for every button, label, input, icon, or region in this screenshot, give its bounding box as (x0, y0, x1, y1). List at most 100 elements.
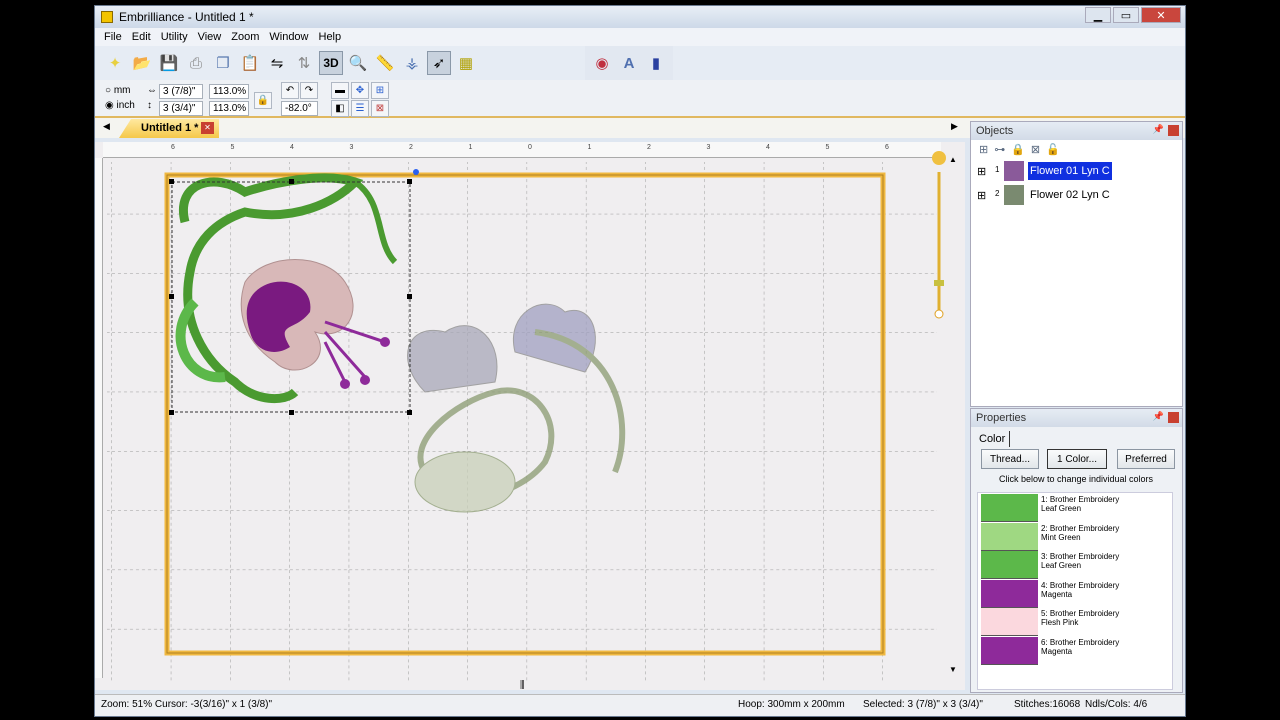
width-icon: ⇔ (147, 85, 157, 96)
color-swatch[interactable] (981, 579, 1038, 608)
unlock-icon[interactable]: 🔓 (1046, 144, 1066, 156)
tab-scroll-right-icon[interactable]: ▶ (951, 121, 958, 132)
menu-view[interactable]: View (193, 31, 227, 43)
expand-icon[interactable]: ⊞ (977, 165, 986, 178)
object-item-1[interactable]: ⊞ 1 Flower 01 Lyn C (971, 160, 1182, 184)
zoom-icon[interactable]: 🔍 (346, 51, 370, 75)
minimize-button[interactable]: ▁ (1085, 7, 1111, 23)
object-item-2[interactable]: ⊞ 2 Flower 02 Lyn C (971, 184, 1182, 208)
preferred-button[interactable]: Preferred (1117, 449, 1175, 469)
color-thread-name: Magenta (1041, 589, 1073, 599)
app-window: Embrilliance - Untitled 1 * ▁ ▭ ✕ File E… (94, 5, 1186, 717)
rotation-field[interactable]: -82.0° (281, 101, 318, 116)
mirror-horizontal-icon[interactable]: ⇋ (265, 51, 289, 75)
open-icon[interactable]: 📂 (130, 51, 154, 75)
color-label: 5: Brother Embroidery Flesh Pink (1041, 609, 1161, 627)
menu-file[interactable]: File (99, 31, 127, 43)
tab-scroll-left-icon[interactable]: ◀ (103, 121, 110, 132)
color-thread-name: Magenta (1041, 646, 1073, 656)
panel-close-icon[interactable] (1168, 412, 1179, 423)
lock-icon[interactable]: 🔒 (1011, 144, 1031, 156)
paste-icon[interactable]: 📋 (238, 51, 262, 75)
height-scale-field[interactable]: 113.0% (209, 101, 249, 116)
align-top-icon[interactable]: ▬ (331, 82, 349, 99)
thread-icon[interactable]: ▮ (644, 51, 668, 75)
height-field[interactable]: 3 (3/4)" (159, 101, 203, 116)
close-button[interactable]: ✕ (1141, 7, 1181, 23)
stitch-simulator-icon[interactable]: ◉ (590, 51, 614, 75)
scroll-up-icon[interactable]: ▲ (949, 155, 957, 164)
objects-panel: Objects 📌 ⊞⊶🔒⊠🔓 ⊞ 1 Flower 01 Lyn C ⊞ 2 F… (970, 121, 1183, 407)
color-thread-name: Leaf Green (1041, 561, 1082, 570)
app-logo-icon (101, 11, 113, 23)
color-swatch[interactable] (981, 551, 1038, 579)
group-icon[interactable]: ⊞ (371, 82, 389, 99)
menu-utility[interactable]: Utility (156, 31, 193, 43)
pin-icon[interactable]: 📌 (1153, 411, 1164, 422)
color-thread-name: Leaf Green (1041, 504, 1082, 513)
design-canvas[interactable]: 6543210123456 ▲ ▼ ⫼ (95, 142, 965, 690)
zoom-cursor-status: Zoom: 51% Cursor: -3(3/16)" x 1 (3/8)" (101, 699, 273, 710)
hoop-icon[interactable]: ▦ (454, 51, 478, 75)
width-scale-field[interactable]: 113.0% (209, 84, 249, 99)
color-thread-brand: 2: Brother Embroidery (1041, 523, 1120, 533)
center-icon[interactable]: ✥ (351, 82, 369, 99)
menu-bar: File Edit Utility View Zoom Window Help (95, 28, 1185, 46)
align-left-icon[interactable]: ◧ (331, 100, 349, 117)
ungroup-icon[interactable]: ⊠ (371, 100, 389, 117)
save-icon[interactable]: 💾 (157, 51, 181, 75)
unit-mm-label: mm (113, 85, 131, 96)
canvas-drawing: ▲ ▼ ⫼ (107, 151, 957, 690)
text-icon[interactable]: A (617, 51, 641, 75)
expand-icon[interactable]: ⊞ (977, 189, 986, 202)
delete-icon[interactable]: ⊠ (1031, 144, 1046, 156)
unit-inch-radio[interactable]: ◉ inch (105, 100, 135, 111)
scroll-down-icon[interactable]: ▼ (949, 665, 957, 674)
print-icon[interactable]: ⎙ (184, 51, 208, 75)
tab-color[interactable]: Color (975, 431, 1011, 447)
tab-close-icon[interactable]: ✕ (201, 122, 214, 134)
mirror-vertical-icon[interactable]: ⇅ (292, 51, 316, 75)
unit-mm-radio[interactable]: ○ mm (105, 85, 131, 96)
color-swatch[interactable] (981, 494, 1038, 522)
color-thread-brand: 5: Brother Embroidery (1041, 609, 1120, 618)
color-thread-name: Mint Green (1041, 532, 1081, 542)
3d-view-button[interactable]: 3D (319, 51, 343, 75)
width-field[interactable]: 3 (7/8)" (159, 84, 203, 99)
objects-panel-title: Objects (976, 125, 1014, 137)
color-swatch[interactable] (981, 522, 1038, 551)
one-color-button[interactable]: 1 Color... (1047, 449, 1107, 469)
color-hint: Click below to change individual colors (998, 474, 1154, 484)
object-name: Flower 01 Lyn C (1028, 162, 1112, 180)
properties-panel: Properties 📌 Color Thread... 1 Color... P… (970, 408, 1183, 693)
color-thread-brand: 1: Brother Embroidery (1041, 495, 1120, 504)
rotate-right-icon[interactable]: ↷ (300, 82, 318, 99)
stitches-status: Stitches:16068 (1014, 699, 1081, 710)
distribute-icon[interactable]: ☰ (351, 100, 369, 117)
horizontal-scroll-thumb[interactable]: ⫼ (520, 680, 525, 690)
menu-edit[interactable]: Edit (127, 31, 156, 43)
tree-icon[interactable]: ⊶ (994, 144, 1011, 156)
copy-icon[interactable]: ❐ (211, 51, 235, 75)
rotation-handle[interactable] (413, 169, 419, 175)
pin-icon[interactable]: 📌 (1153, 124, 1164, 135)
color-swatch[interactable] (981, 636, 1038, 665)
color-thread-name: Flesh Pink (1041, 618, 1079, 627)
panel-close-icon[interactable] (1168, 125, 1179, 136)
menu-help[interactable]: Help (314, 31, 347, 43)
menu-window[interactable]: Window (264, 31, 313, 43)
menu-zoom[interactable]: Zoom (226, 31, 264, 43)
new-icon[interactable]: ✦ (103, 51, 127, 75)
rotate-left-icon[interactable]: ↶ (281, 82, 299, 99)
select-pointer-icon[interactable]: ➶ (427, 51, 451, 75)
compass-icon (932, 151, 946, 165)
expand-all-icon[interactable]: ⊞ (979, 144, 994, 156)
ruler-icon[interactable]: 📏 (373, 51, 397, 75)
maximize-button[interactable]: ▭ (1113, 7, 1139, 23)
thread-button[interactable]: Thread... (981, 449, 1039, 469)
object-thumbnail (1004, 185, 1024, 205)
lock-aspect-icon[interactable]: 🔒 (254, 92, 272, 109)
color-thread-brand: 4: Brother Embroidery (1041, 580, 1120, 590)
needle-icon[interactable]: ⚶ (400, 51, 424, 75)
color-swatch[interactable] (981, 608, 1038, 636)
